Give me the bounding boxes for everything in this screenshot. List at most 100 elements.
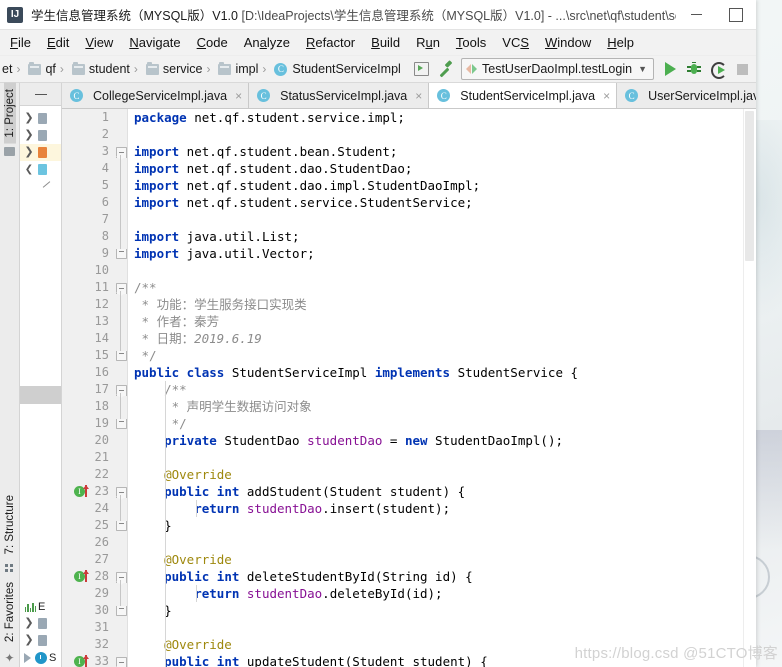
code-line[interactable]: public int updateStudent(Student student…	[128, 653, 743, 667]
fold-toggle-icon[interactable]	[116, 657, 127, 667]
menu-item-analyze[interactable]: Analyze	[236, 30, 298, 55]
code-line[interactable]: @Override	[128, 551, 743, 568]
breadcrumb-item-studentserviceimpl[interactable]: C StudentServiceImpl	[272, 56, 403, 82]
tree-node-selected[interactable]: ❯	[20, 144, 61, 161]
menu-item-code[interactable]: Code	[189, 30, 236, 55]
run-with-coverage-button[interactable]	[706, 57, 730, 81]
tool-button-structure[interactable]: 7: Structure	[4, 489, 16, 560]
menu-item-build[interactable]: Build	[363, 30, 408, 55]
fold-toggle-icon[interactable]	[116, 487, 127, 500]
code-line[interactable]: public class StudentServiceImpl implemen…	[128, 364, 743, 381]
menu-item-file[interactable]: FFileile	[2, 30, 39, 55]
code-editor[interactable]: 1 2 3 4 5 6 7 8 9 10 11 12 13 14 15 16 17 18 19 20 21 22 23 I 24…	[62, 109, 756, 667]
tree-node[interactable]: ❯	[20, 110, 61, 127]
code-line[interactable]: import java.util.List;	[128, 228, 743, 245]
editor-tab-userserviceimpl[interactable]: C UserServiceImpl.java ×	[617, 83, 756, 108]
chevron-down-icon[interactable]: ▼	[638, 64, 647, 74]
implements-method-icon[interactable]: I	[74, 570, 94, 583]
breadcrumb-item-net[interactable]: et ›	[0, 56, 26, 82]
code-line[interactable]: @Override	[128, 636, 743, 653]
menu-item-navigate[interactable]: Navigate	[121, 30, 188, 55]
code-folding-gutter[interactable]	[114, 109, 128, 667]
fold-toggle-icon[interactable]	[116, 351, 127, 361]
scrollbar-thumb[interactable]	[745, 111, 754, 261]
code-line[interactable]: public int deleteStudentById(String id) …	[128, 568, 743, 585]
maximize-button[interactable]	[716, 0, 756, 29]
fold-toggle-icon[interactable]	[116, 572, 127, 585]
tree-node[interactable]: ❯	[20, 615, 61, 632]
code-line[interactable]: /**	[128, 279, 743, 296]
editor-scrollbar[interactable]	[743, 109, 756, 667]
code-line[interactable]: public int addStudent(Student student) {	[128, 483, 743, 500]
menu-item-vcs[interactable]: VCS	[494, 30, 537, 55]
code-line[interactable]: @Override	[128, 466, 743, 483]
code-text[interactable]: package net.qf.student.service.impl; imp…	[128, 109, 743, 667]
code-line[interactable]	[128, 449, 743, 466]
tool-button-project[interactable]: 1: Project	[3, 83, 16, 144]
chevron-right-icon[interactable]: ❯	[23, 635, 35, 646]
chevron-right-icon[interactable]: ❯	[23, 618, 35, 629]
code-line[interactable]: */	[128, 415, 743, 432]
tree-node-expanded[interactable]: ❮	[20, 161, 61, 178]
code-line[interactable]: * 作者：秦芳	[128, 313, 743, 330]
fold-toggle-icon[interactable]	[116, 385, 127, 398]
code-line[interactable]: import net.qf.student.bean.Student;	[128, 143, 743, 160]
fold-toggle-icon[interactable]	[116, 147, 127, 160]
tree-node-leaf[interactable]: S	[20, 649, 61, 667]
close-icon[interactable]: ×	[415, 89, 422, 103]
close-icon[interactable]: ×	[235, 89, 242, 103]
breadcrumb-item-qf[interactable]: qf ›	[26, 56, 69, 82]
tool-button-favorites[interactable]: 2: Favorites	[4, 576, 16, 648]
code-line[interactable]: * 声明学生数据访问对象	[128, 398, 743, 415]
code-line[interactable]: import net.qf.student.dao.StudentDao;	[128, 160, 743, 177]
chevron-right-icon[interactable]: ❯	[23, 130, 35, 141]
code-line[interactable]: /**	[128, 381, 743, 398]
code-line[interactable]: package net.qf.student.service.impl;	[128, 109, 743, 126]
line-number-gutter[interactable]: 1 2 3 4 5 6 7 8 9 10 11 12 13 14 15 16 17 18 19 20 21 22 23 I 24…	[62, 109, 114, 667]
code-line[interactable]: * 日期：2019.6.19	[128, 330, 743, 347]
minimize-button[interactable]	[676, 0, 716, 29]
implements-method-icon[interactable]: I	[74, 485, 94, 498]
editor-tab-statusserviceimpl[interactable]: C StatusServiceImpl.java ×	[249, 83, 430, 108]
code-line[interactable]: import java.util.Vector;	[128, 245, 743, 262]
code-line[interactable]	[128, 619, 743, 636]
debug-button[interactable]	[682, 57, 706, 81]
chevron-right-icon[interactable]: ❯	[23, 147, 35, 158]
run-configuration-selector[interactable]: TestUserDaoImpl.testLogin ▼	[461, 58, 654, 80]
chevron-down-icon[interactable]: ❮	[23, 164, 35, 175]
menu-item-window[interactable]: Window	[537, 30, 599, 55]
fold-toggle-icon[interactable]	[116, 419, 127, 429]
menu-item-refactor[interactable]: Refactor	[298, 30, 363, 55]
editor-tab-studentserviceimpl[interactable]: C StudentServiceImpl.java ×	[429, 83, 618, 108]
collapse-all-icon[interactable]	[34, 93, 47, 95]
menu-item-edit[interactable]: Edit	[39, 30, 77, 55]
chevron-right-icon[interactable]: ❯	[23, 113, 35, 124]
menu-item-help[interactable]: Help	[599, 30, 642, 55]
code-line[interactable]: import net.qf.student.service.StudentSer…	[128, 194, 743, 211]
stop-button[interactable]	[730, 57, 754, 81]
code-line[interactable]: */	[128, 347, 743, 364]
menu-item-tools[interactable]: Tools	[448, 30, 494, 55]
code-line[interactable]	[128, 262, 743, 279]
run-button[interactable]	[658, 57, 682, 81]
fold-toggle-icon[interactable]	[116, 283, 127, 296]
code-line[interactable]: private StudentDao studentDao = new Stud…	[128, 432, 743, 449]
code-line[interactable]	[128, 211, 743, 228]
fold-toggle-icon[interactable]	[116, 521, 127, 531]
tree-node[interactable]	[20, 178, 61, 195]
implements-method-icon[interactable]: I	[74, 655, 94, 667]
tree-node[interactable]: ❯	[20, 632, 61, 649]
code-line[interactable]	[128, 534, 743, 551]
menu-item-run[interactable]: Run	[408, 30, 448, 55]
breadcrumb-item-impl[interactable]: impl ›	[216, 56, 272, 82]
restore-layout-button[interactable]	[409, 57, 433, 81]
code-line[interactable]: }	[128, 602, 743, 619]
breadcrumb-item-student[interactable]: student ›	[70, 56, 144, 82]
breadcrumb-item-service[interactable]: service ›	[144, 56, 217, 82]
tree-node-leaf[interactable]: E	[20, 598, 61, 615]
tree-node[interactable]: ❯	[20, 127, 61, 144]
fold-toggle-icon[interactable]	[116, 606, 127, 616]
close-icon[interactable]: ×	[603, 89, 610, 103]
code-line[interactable]: }	[128, 517, 743, 534]
code-line[interactable]: return studentDao.insert(student);	[128, 500, 743, 517]
